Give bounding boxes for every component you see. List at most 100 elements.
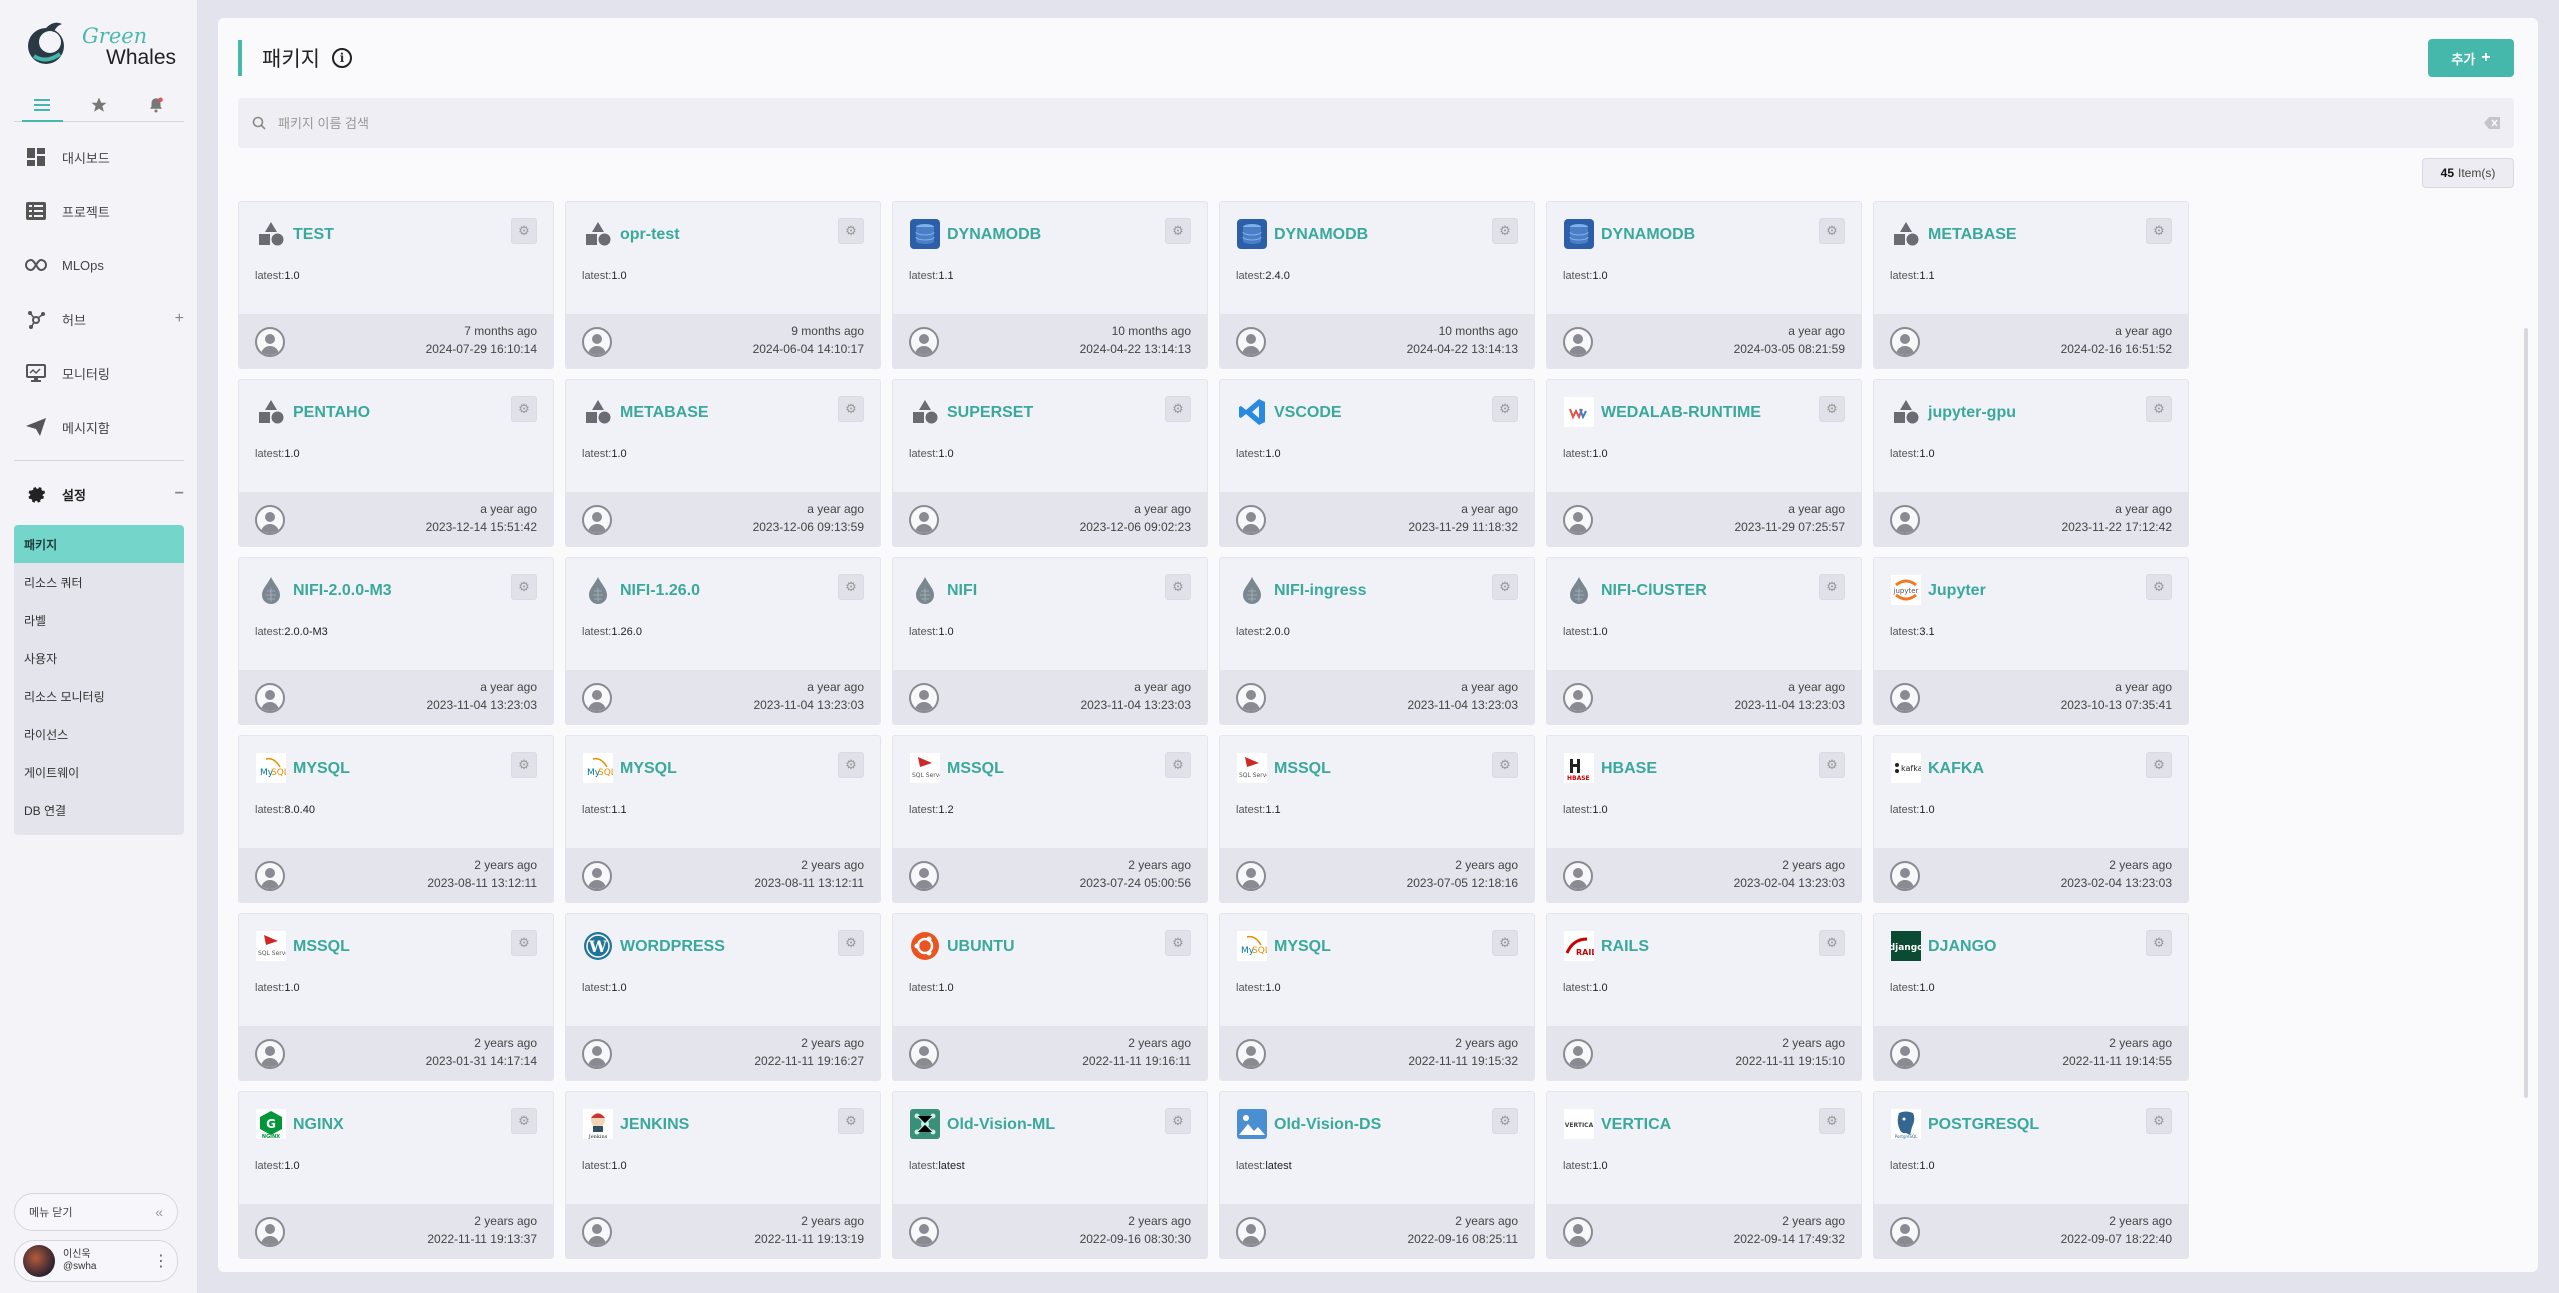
- package-card[interactable]: NIFI ⚙ latest:1.0 a year ago 2023-11-04 13:2…: [892, 557, 1208, 725]
- tab-notifications[interactable]: [127, 88, 184, 121]
- gear-icon[interactable]: ⚙: [838, 574, 864, 600]
- gear-icon[interactable]: ⚙: [1492, 752, 1518, 778]
- sidebar-item-users[interactable]: 사용자: [14, 639, 184, 677]
- gear-icon[interactable]: ⚙: [1819, 574, 1845, 600]
- package-card[interactable]: UBUNTU ⚙ latest:1.0 2 years ago 2022-11-11 1…: [892, 913, 1208, 1081]
- package-card[interactable]: Old-Vision-ML ⚙ latest:latest 2 years ago 20…: [892, 1091, 1208, 1259]
- package-name[interactable]: NIFI-1.26.0: [620, 582, 700, 600]
- package-name[interactable]: METABASE: [620, 404, 709, 422]
- brand-logo[interactable]: Green Whales: [26, 18, 186, 70]
- gear-icon[interactable]: ⚙: [511, 218, 537, 244]
- user-profile[interactable]: 이신욱 @swha ⋮: [14, 1240, 178, 1282]
- package-name[interactable]: MSSQL: [1274, 760, 1331, 778]
- gear-icon[interactable]: ⚙: [1165, 218, 1191, 244]
- package-card[interactable]: METABASE ⚙ latest:1.1 a year ago 2024-02-16 …: [1873, 201, 2189, 369]
- package-card[interactable]: DYNAMODB ⚙ latest:1.1 10 months ago 2024-04-…: [892, 201, 1208, 369]
- package-card[interactable]: MySQL MYSQL ⚙ latest:8.0.40 2 years ago 2023-…: [238, 735, 554, 903]
- package-name[interactable]: MSSQL: [947, 760, 1004, 778]
- gear-icon[interactable]: ⚙: [1819, 396, 1845, 422]
- package-card[interactable]: jupyter-gpu ⚙ latest:1.0 a year ago 2023-11-…: [1873, 379, 2189, 547]
- sidebar-item-packages[interactable]: 패키지: [14, 525, 184, 563]
- package-card[interactable]: NIFI-2.0.0-M3 ⚙ latest:2.0.0-M3 a year ago 2…: [238, 557, 554, 725]
- package-card[interactable]: MySQL MYSQL ⚙ latest:1.0 2 years ago 2022-11-…: [1219, 913, 1535, 1081]
- gear-icon[interactable]: ⚙: [1819, 1108, 1845, 1134]
- gear-icon[interactable]: ⚙: [1165, 1108, 1191, 1134]
- gear-icon[interactable]: ⚙: [1819, 752, 1845, 778]
- package-name[interactable]: opr-test: [620, 226, 680, 244]
- package-card[interactable]: DYNAMODB ⚙ latest:1.0 a year ago 2024-03-05 …: [1546, 201, 1862, 369]
- package-name[interactable]: TEST: [293, 226, 334, 244]
- package-card[interactable]: DYNAMODB ⚙ latest:2.4.0 10 months ago 2024-0…: [1219, 201, 1535, 369]
- package-card[interactable]: W WORDPRESS ⚙ latest:1.0 2 years ago 2022-11-…: [565, 913, 881, 1081]
- gear-icon[interactable]: ⚙: [2146, 574, 2172, 600]
- gear-icon[interactable]: ⚙: [511, 1108, 537, 1134]
- sidebar-item-dashboard[interactable]: 대시보드: [0, 130, 198, 184]
- more-vertical-icon[interactable]: ⋮: [153, 1251, 169, 1271]
- package-card[interactable]: PENTAHO ⚙ latest:1.0 a year ago 2023-12-14 1…: [238, 379, 554, 547]
- sidebar-item-messages[interactable]: 메시지함: [0, 400, 198, 454]
- package-card[interactable]: SQL Server MSSQL ⚙ latest:1.0 2 years ago 202…: [238, 913, 554, 1081]
- gear-icon[interactable]: ⚙: [1165, 930, 1191, 956]
- gear-icon[interactable]: ⚙: [1492, 218, 1518, 244]
- package-name[interactable]: Old-Vision-ML: [947, 1116, 1055, 1134]
- package-name[interactable]: METABASE: [1928, 226, 2017, 244]
- package-card[interactable]: kafka KAFKA ⚙ latest:1.0 2 years ago 2023-02-…: [1873, 735, 2189, 903]
- package-card[interactable]: django DJANGO ⚙ latest:1.0 2 years ago 2022-1…: [1873, 913, 2189, 1081]
- gear-icon[interactable]: ⚙: [1492, 396, 1518, 422]
- package-name[interactable]: RAILS: [1601, 938, 1649, 956]
- package-card[interactable]: G NGINX NGINX ⚙ latest:1.0 2 years ago 2022-11…: [238, 1091, 554, 1259]
- package-card[interactable]: SQL Server MSSQL ⚙ latest:1.1 2 years ago 202…: [1219, 735, 1535, 903]
- collapse-icon[interactable]: −: [175, 485, 184, 503]
- sidebar-item-settings[interactable]: 설정 −: [0, 467, 198, 521]
- package-card[interactable]: jupyter Jupyter ⚙ latest:3.1 a year ago 2023-…: [1873, 557, 2189, 725]
- package-card[interactable]: SUPERSET ⚙ latest:1.0 a year ago 2023-12-06 …: [892, 379, 1208, 547]
- gear-icon[interactable]: ⚙: [2146, 1108, 2172, 1134]
- gear-icon[interactable]: ⚙: [838, 218, 864, 244]
- tab-favorites[interactable]: [71, 88, 128, 121]
- package-card[interactable]: TEST ⚙ latest:1.0 7 months ago 2024-07-29 16…: [238, 201, 554, 369]
- gear-icon[interactable]: ⚙: [511, 574, 537, 600]
- package-name[interactable]: WORDPRESS: [620, 938, 725, 956]
- gear-icon[interactable]: ⚙: [1165, 396, 1191, 422]
- gear-icon[interactable]: ⚙: [838, 396, 864, 422]
- package-name[interactable]: DYNAMODB: [947, 226, 1041, 244]
- package-name[interactable]: jupyter-gpu: [1928, 404, 2016, 422]
- package-name[interactable]: MYSQL: [293, 760, 350, 778]
- package-name[interactable]: HBASE: [1601, 760, 1657, 778]
- gear-icon[interactable]: ⚙: [2146, 396, 2172, 422]
- package-card[interactable]: opr-test ⚙ latest:1.0 9 months ago 2024-06-0…: [565, 201, 881, 369]
- gear-icon[interactable]: ⚙: [1492, 1108, 1518, 1134]
- tab-menu[interactable]: [14, 88, 71, 122]
- expand-icon[interactable]: +: [175, 310, 184, 328]
- gear-icon[interactable]: ⚙: [1819, 218, 1845, 244]
- package-card[interactable]: NIFI-1.26.0 ⚙ latest:1.26.0 a year ago 2023-…: [565, 557, 881, 725]
- package-card[interactable]: MySQL MYSQL ⚙ latest:1.1 2 years ago 2023-08-…: [565, 735, 881, 903]
- gear-icon[interactable]: ⚙: [2146, 752, 2172, 778]
- clear-icon[interactable]: [2484, 117, 2500, 129]
- sidebar-item-monitoring[interactable]: 모니터링: [0, 346, 198, 400]
- gear-icon[interactable]: ⚙: [838, 930, 864, 956]
- package-card[interactable]: VSCODE ⚙ latest:1.0 a year ago 2023-11-29 11…: [1219, 379, 1535, 547]
- package-name[interactable]: PENTAHO: [293, 404, 370, 422]
- scrollbar[interactable]: [2524, 328, 2528, 1098]
- sidebar-item-labels[interactable]: 라벨: [14, 601, 184, 639]
- package-name[interactable]: NGINX: [293, 1116, 344, 1134]
- package-name[interactable]: POSTGRESQL: [1928, 1116, 2039, 1134]
- package-card[interactable]: HBASE HBASE ⚙ latest:1.0 2 years ago 2023-02-…: [1546, 735, 1862, 903]
- sidebar-item-hub[interactable]: 허브 +: [0, 292, 198, 346]
- info-icon[interactable]: i: [331, 48, 352, 68]
- gear-icon[interactable]: ⚙: [838, 1108, 864, 1134]
- package-name[interactable]: DYNAMODB: [1274, 226, 1368, 244]
- package-card[interactable]: Jenkins JENKINS ⚙ latest:1.0 2 years ago 2022…: [565, 1091, 881, 1259]
- sidebar-item-project[interactable]: 프로젝트: [0, 184, 198, 238]
- package-card[interactable]: PostgreSQL POSTGRESQL ⚙ latest:1.0 2 years a…: [1873, 1091, 2189, 1259]
- package-name[interactable]: NIFI-2.0.0-M3: [293, 582, 392, 600]
- gear-icon[interactable]: ⚙: [2146, 218, 2172, 244]
- package-name[interactable]: MYSQL: [620, 760, 677, 778]
- sidebar-item-resource-monitoring[interactable]: 리소스 모니터링: [14, 677, 184, 715]
- package-card[interactable]: SQL Server MSSQL ⚙ latest:1.2 2 years ago 202…: [892, 735, 1208, 903]
- package-name[interactable]: UBUNTU: [947, 938, 1015, 956]
- package-name[interactable]: JENKINS: [620, 1116, 689, 1134]
- gear-icon[interactable]: ⚙: [2146, 930, 2172, 956]
- package-name[interactable]: NIFI-ClUSTER: [1601, 582, 1707, 600]
